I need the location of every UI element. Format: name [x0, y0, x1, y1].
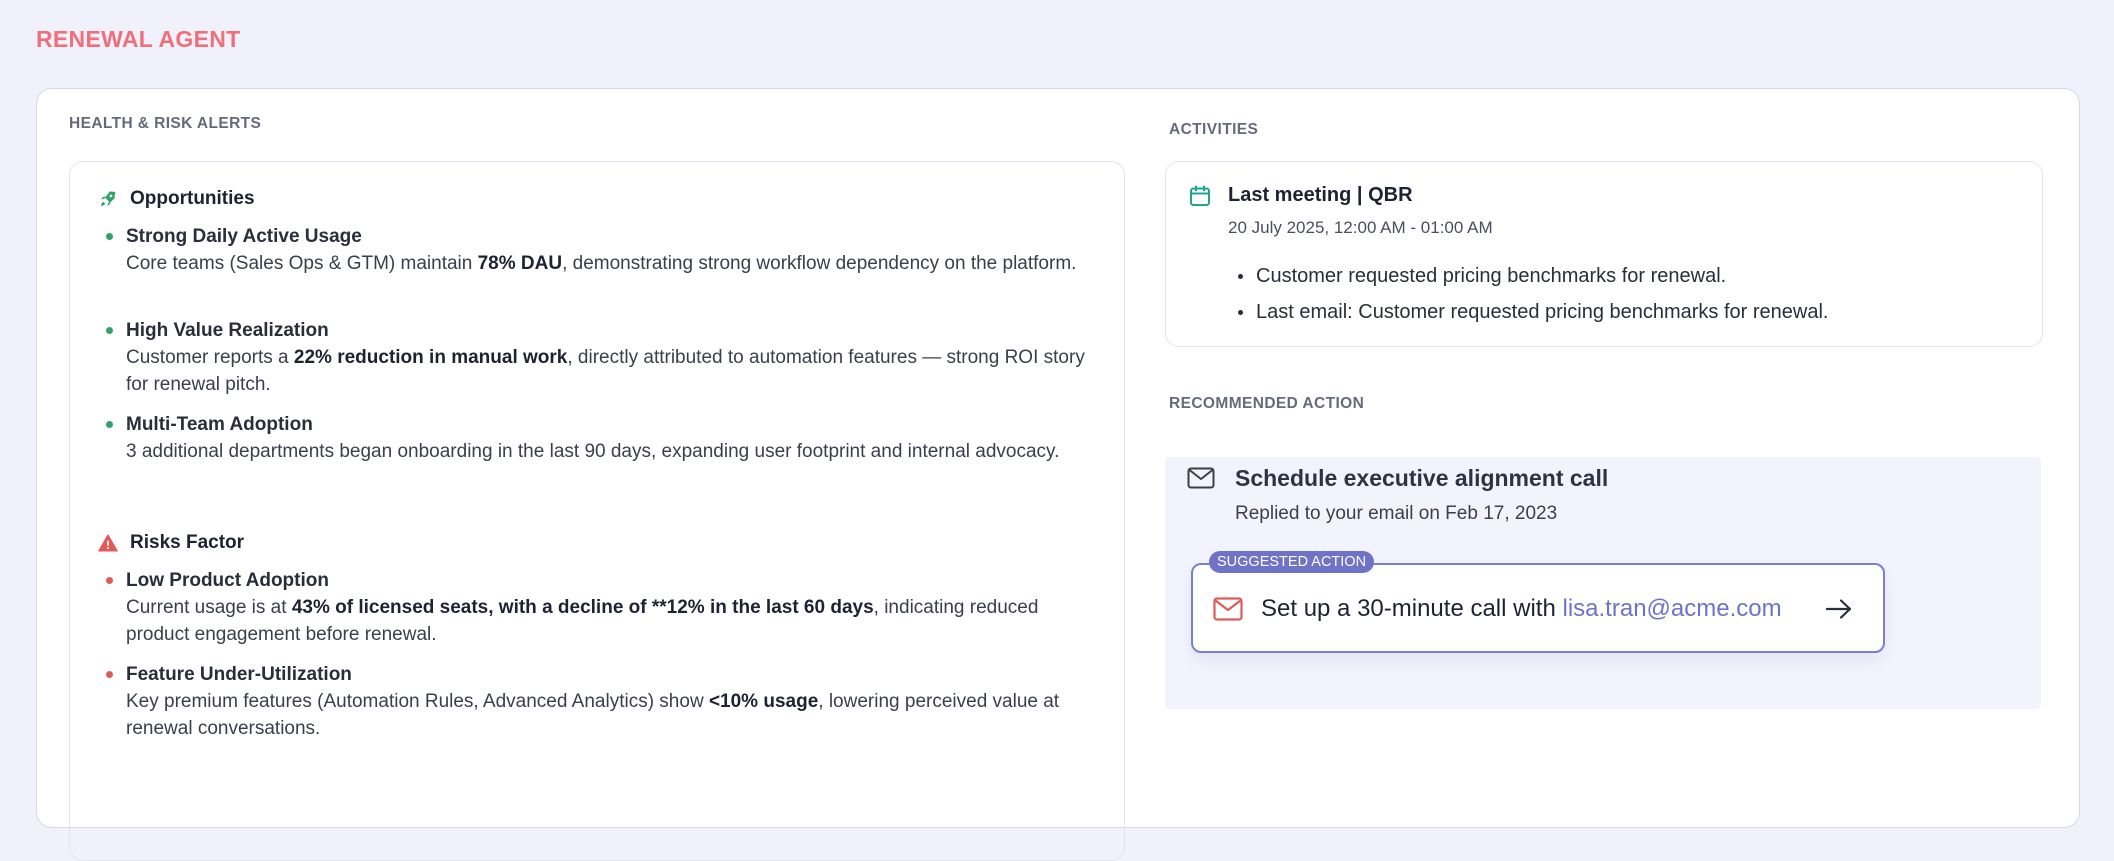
- item-title: Low Product Adoption: [126, 570, 329, 591]
- list-item: Feature Under-Utilization Key premium fe…: [106, 662, 1086, 742]
- meeting-time: 20 July 2025, 12:00 AM - 01:00 AM: [1228, 218, 1493, 237]
- warning-icon: [98, 534, 118, 552]
- opportunities-heading-label: Opportunities: [130, 188, 255, 209]
- renewal-card: HEALTH & RISK ALERTS Opportunities Stron…: [36, 88, 2080, 861]
- bullet: [106, 233, 113, 240]
- item-title: Multi-Team Adoption: [126, 414, 313, 435]
- list-item: Customer requested pricing benchmarks fo…: [1238, 258, 1828, 294]
- list-item: Low Product Adoption Current usage is at…: [106, 568, 1086, 648]
- recommended-subtitle: Replied to your email on Feb 17, 2023: [1235, 503, 1558, 524]
- item-desc: Core teams (Sales Ops & GTM) maintain 78…: [126, 253, 1077, 274]
- risks-heading: Risks Factor: [98, 532, 244, 554]
- item-desc: 3 additional departments began onboardin…: [126, 441, 1060, 462]
- mail-icon: [1187, 467, 1215, 489]
- alerts-panel: Opportunities Strong Daily Active Usage …: [69, 161, 1125, 861]
- recommended-section-label: RECOMMENDED ACTION: [1169, 395, 1365, 412]
- bullet: [106, 421, 113, 428]
- health-section-label: HEALTH & RISK ALERTS: [69, 115, 262, 132]
- suggested-action-button[interactable]: SUGGESTED ACTION Set up a 30-minute call…: [1191, 551, 1885, 653]
- item-title: Feature Under-Utilization: [126, 664, 352, 685]
- meeting-notes: Customer requested pricing benchmarks fo…: [1238, 258, 1828, 330]
- suggested-action-text: Set up a 30-minute call with lisa.tran@a…: [1261, 595, 1782, 622]
- mail-icon: [1213, 597, 1243, 621]
- app-title: RENEWAL AGENT: [36, 26, 241, 52]
- recommended-title: Schedule executive alignment call: [1235, 465, 1609, 491]
- arrow-right-icon[interactable]: [1825, 597, 1853, 621]
- meeting-title: Last meeting | QBR: [1228, 184, 1413, 206]
- list-item: High Value Realization Customer reports …: [106, 318, 1086, 398]
- list-item: Last email: Customer requested pricing b…: [1238, 294, 1828, 330]
- list-item: Multi-Team Adoption 3 additional departm…: [106, 412, 1086, 465]
- activities-section-label: ACTIVITIES: [1169, 121, 1259, 138]
- item-title: Strong Daily Active Usage: [126, 226, 362, 247]
- suggested-action-badge: SUGGESTED ACTION: [1209, 551, 1375, 573]
- recommended-action-panel: Schedule executive alignment call Replie…: [1165, 457, 2041, 709]
- item-desc: Current usage is at 43% of licensed seat…: [126, 597, 1039, 645]
- opportunities-heading: Opportunities: [98, 188, 255, 210]
- item-desc: Key premium features (Automation Rules, …: [126, 691, 1060, 739]
- contact-email[interactable]: lisa.tran@acme.com: [1563, 595, 1782, 622]
- risks-heading-label: Risks Factor: [130, 532, 245, 553]
- rocket-icon: [100, 191, 116, 207]
- item-title: High Value Realization: [126, 320, 329, 341]
- item-desc: Customer reports a 22% reduction in manu…: [126, 347, 1085, 395]
- list-item: Strong Daily Active Usage Core teams (Sa…: [106, 224, 1086, 277]
- activity-card[interactable]: Last meeting | QBR 20 July 2025, 12:00 A…: [1165, 161, 2043, 347]
- bullet: [106, 327, 113, 334]
- calendar-icon: [1190, 185, 1210, 206]
- bullet: [106, 671, 113, 678]
- bullet: [106, 577, 113, 584]
